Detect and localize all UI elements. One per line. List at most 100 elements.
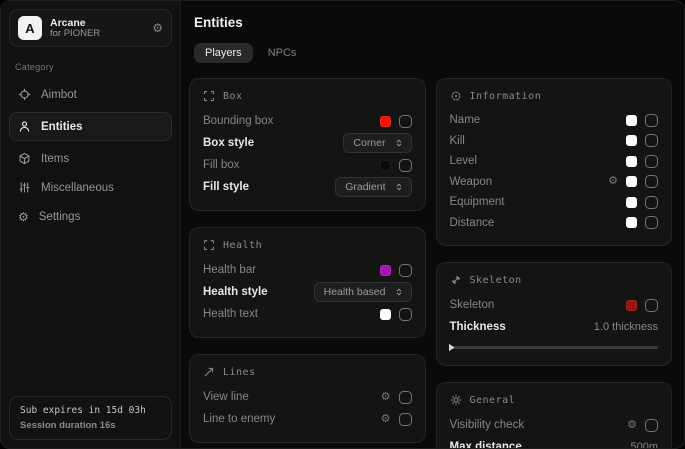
setting-row: View line ⚙ — [203, 386, 412, 408]
bone-icon — [450, 274, 462, 286]
setting-row: Distance — [450, 213, 659, 234]
row-gear-icon[interactable]: ⚙ — [608, 176, 618, 187]
checkbox[interactable] — [645, 175, 658, 188]
crosshair-icon — [18, 88, 31, 101]
scan-circle-icon — [450, 90, 462, 102]
setting-label: Bounding box — [203, 115, 273, 127]
box-card: Box Bounding box Box style Corner — [189, 78, 426, 211]
setting-label: Line to enemy — [203, 413, 275, 425]
slider-thumb[interactable] — [449, 344, 455, 352]
session-duration-text: Session duration 16s — [20, 420, 161, 431]
box-style-select[interactable]: Corner — [343, 133, 411, 153]
sidebar: A Arcane for PIONER ⚙ Category Aimbot En… — [1, 1, 181, 448]
checkbox[interactable] — [645, 299, 658, 312]
setting-label: Visibility check — [450, 419, 525, 431]
tab-npcs[interactable]: NPCs — [257, 43, 308, 63]
setting-label: Health bar — [203, 264, 256, 276]
thickness-slider[interactable] — [450, 346, 659, 349]
setting-label: Health text — [203, 308, 258, 320]
card-title: Skeleton — [470, 275, 522, 286]
gear-icon: ⚙ — [18, 211, 29, 223]
checkbox[interactable] — [399, 264, 412, 277]
sidebar-item-label: Aimbot — [41, 89, 77, 101]
setting-row: Fill box — [203, 154, 412, 176]
sidebar-item-settings[interactable]: ⚙ Settings — [9, 202, 172, 231]
setting-row: Bounding box — [203, 110, 412, 132]
brand-card: A Arcane for PIONER ⚙ — [9, 9, 172, 47]
health-style-select[interactable]: Health based — [314, 282, 412, 302]
setting-row: Health text — [203, 303, 412, 325]
information-card: Information Name Kill — [436, 78, 673, 246]
checkbox[interactable] — [399, 413, 412, 426]
checkbox[interactable] — [645, 216, 658, 229]
sub-expiry-text: Sub expires in 15d 03h — [20, 405, 161, 416]
checkbox[interactable] — [399, 159, 412, 172]
setting-row: Fill style Gradient — [203, 176, 412, 198]
card-title: General — [470, 395, 516, 406]
color-swatch[interactable] — [626, 300, 637, 311]
setting-label: Kill — [450, 135, 465, 147]
sidebar-item-items[interactable]: Items — [9, 144, 172, 173]
app-logo: A — [18, 16, 42, 40]
color-swatch[interactable] — [380, 309, 391, 320]
select-value: Corner — [353, 137, 385, 149]
sidebar-item-miscellaneous[interactable]: Miscellaneous — [9, 173, 172, 202]
fill-style-select[interactable]: Gradient — [335, 177, 411, 197]
checkbox[interactable] — [399, 308, 412, 321]
sidebar-item-label: Miscellaneous — [41, 182, 114, 194]
setting-label: View line — [203, 391, 249, 403]
sidebar-item-aimbot[interactable]: Aimbot — [9, 80, 172, 109]
health-card: Health Health bar Health style Health ba… — [189, 227, 426, 338]
setting-label: Health style — [203, 286, 268, 298]
setting-label: Fill box — [203, 159, 239, 171]
setting-label: Max distance — [450, 441, 522, 448]
setting-label: Name — [450, 114, 481, 126]
sun-icon — [450, 394, 462, 406]
card-title: Information — [470, 91, 542, 102]
checkbox[interactable] — [399, 115, 412, 128]
color-swatch[interactable] — [626, 135, 637, 146]
checkbox[interactable] — [399, 391, 412, 404]
setting-label: Distance — [450, 217, 495, 229]
tab-players[interactable]: Players — [194, 43, 253, 63]
row-gear-icon[interactable]: ⚙ — [627, 420, 637, 431]
app-window: A Arcane for PIONER ⚙ Category Aimbot En… — [0, 0, 685, 449]
row-gear-icon[interactable]: ⚙ — [381, 392, 391, 403]
color-swatch[interactable] — [626, 115, 637, 126]
general-card: General Visibility check ⚙ Max distance … — [436, 382, 673, 448]
card-title: Health — [223, 240, 262, 251]
setting-label: Box style — [203, 137, 254, 149]
sidebar-nav: Aimbot Entities Items Miscellaneous — [9, 80, 172, 231]
select-value: Gradient — [345, 181, 385, 193]
color-swatch[interactable] — [626, 197, 637, 208]
sidebar-item-label: Settings — [39, 211, 81, 223]
skeleton-card: Skeleton Skeleton Thickness 1.0 thicknes… — [436, 262, 673, 366]
color-swatch[interactable] — [626, 156, 637, 167]
color-swatch[interactable] — [380, 116, 391, 127]
unfold-icon — [394, 138, 404, 148]
unfold-icon — [394, 287, 404, 297]
checkbox[interactable] — [645, 134, 658, 147]
package-icon — [18, 152, 31, 165]
checkbox[interactable] — [645, 114, 658, 127]
color-swatch[interactable] — [380, 265, 391, 276]
sidebar-item-label: Entities — [41, 121, 83, 133]
setting-row: Level — [450, 151, 659, 172]
settings-gear-icon[interactable]: ⚙ — [152, 22, 163, 34]
color-swatch[interactable] — [380, 160, 391, 171]
color-swatch[interactable] — [626, 217, 637, 228]
checkbox[interactable] — [645, 419, 658, 432]
setting-row: Visibility check ⚙ — [450, 414, 659, 436]
sidebar-item-entities[interactable]: Entities — [9, 112, 172, 141]
color-swatch[interactable] — [626, 176, 637, 187]
sidebar-item-label: Items — [41, 153, 69, 165]
scan-brackets-icon — [203, 90, 215, 102]
setting-row: Skeleton — [450, 294, 659, 316]
row-gear-icon[interactable]: ⚙ — [381, 414, 391, 425]
checkbox[interactable] — [645, 155, 658, 168]
setting-row: Name — [450, 110, 659, 131]
checkbox[interactable] — [645, 196, 658, 209]
lines-card: Lines View line ⚙ Line to enemy ⚙ — [189, 354, 426, 443]
setting-label: Skeleton — [450, 299, 495, 311]
app-subtitle: for PIONER — [50, 29, 100, 40]
